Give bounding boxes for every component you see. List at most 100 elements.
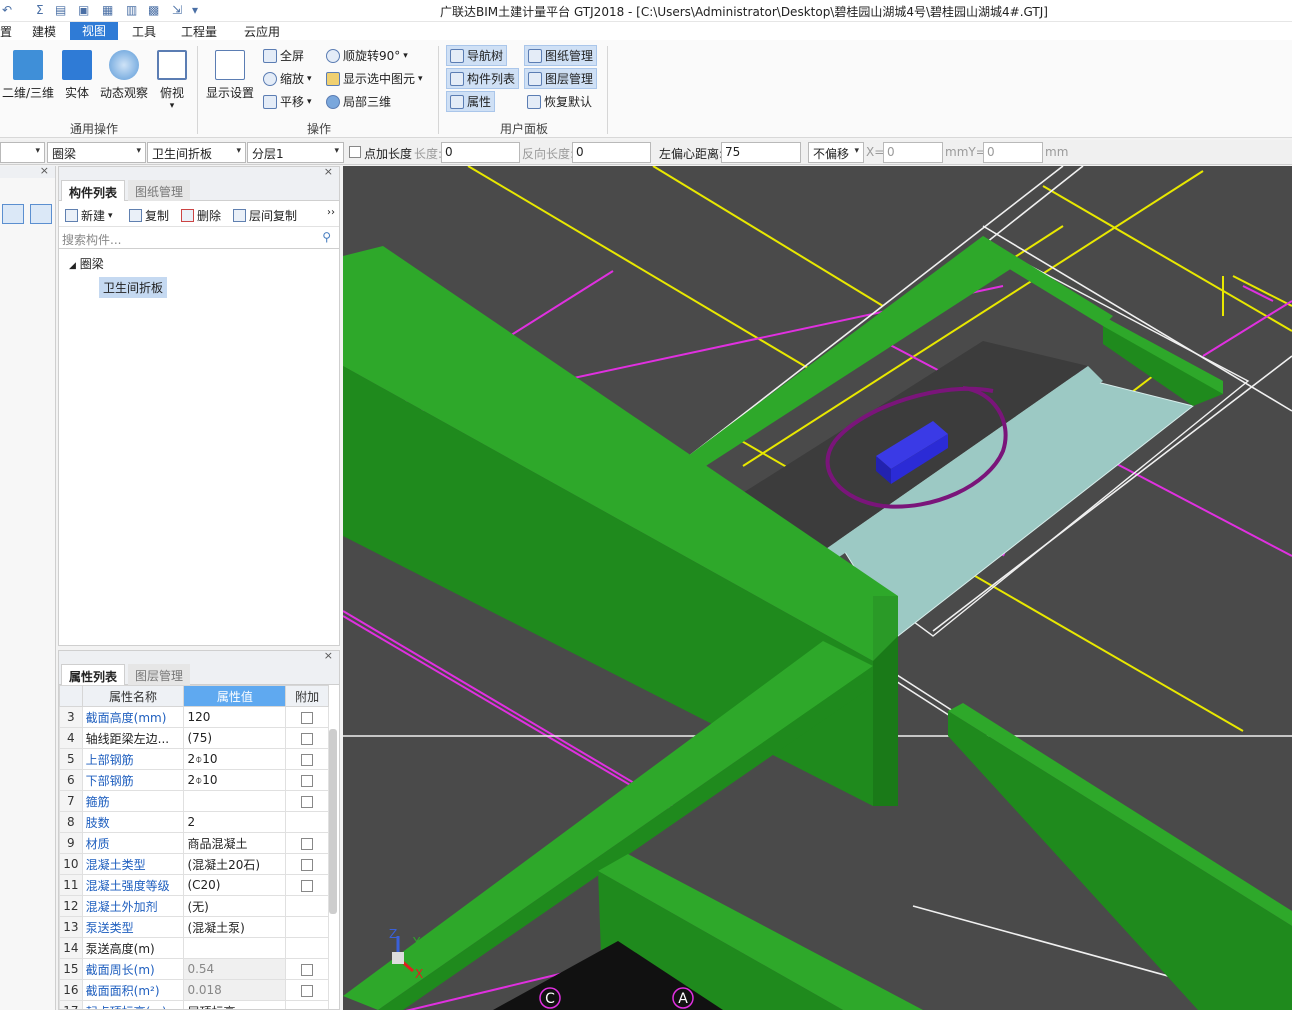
- table-row[interactable]: 17起点顶标高(m)层顶标高: [59, 1000, 329, 1009]
- layer-mgmt-button[interactable]: 图层管理: [524, 68, 598, 89]
- pan-button[interactable]: 平移 ▾: [263, 93, 312, 110]
- table-row[interactable]: 5 上部钢筋 2⌽10: [59, 748, 329, 770]
- sum-icon[interactable]: Σ: [36, 3, 44, 17]
- card-view-icon[interactable]: [30, 204, 52, 224]
- property-value[interactable]: [183, 790, 287, 812]
- extra-checkbox[interactable]: [301, 774, 314, 787]
- property-value[interactable]: (无): [183, 895, 287, 917]
- component-list-button[interactable]: 构件列表: [446, 68, 520, 89]
- table-row[interactable]: 10 混凝土类型 (混凝土20石): [59, 853, 329, 875]
- menu-cloud[interactable]: 云应用: [244, 23, 280, 40]
- 3d-scene[interactable]: C A Z Y X: [343, 166, 1292, 1010]
- local-3d-button[interactable]: 局部三维: [326, 93, 391, 110]
- table-row[interactable]: 15 截面周长(m) 0.54: [59, 958, 329, 980]
- extra-checkbox[interactable]: [301, 837, 314, 850]
- delete-button[interactable]: 删除: [181, 207, 221, 224]
- reverse-length-input[interactable]: 0: [572, 142, 651, 163]
- menu-quantity[interactable]: 工程量: [181, 23, 217, 40]
- extra-checkbox[interactable]: [301, 963, 314, 976]
- point-length-checkbox[interactable]: [349, 146, 361, 158]
- extra-checkbox[interactable]: [301, 879, 314, 892]
- expand-icon[interactable]: ◢: [69, 261, 76, 271]
- length-input[interactable]: 0: [441, 142, 520, 163]
- drawing-mgmt-button[interactable]: 图纸管理: [524, 45, 598, 66]
- extra-checkbox[interactable]: [301, 858, 314, 871]
- offset-mode-combo[interactable]: 不偏移 ▾: [808, 142, 864, 163]
- show-selected-button[interactable]: 显示选中图元 ▾: [326, 70, 423, 87]
- export-icon[interactable]: ⇲: [172, 3, 182, 17]
- y-input[interactable]: 0: [983, 142, 1043, 163]
- property-value[interactable]: 120: [183, 706, 287, 728]
- search-input[interactable]: 搜索构件...: [62, 231, 121, 248]
- find-icon[interactable]: ▣: [78, 3, 89, 17]
- extra-checkbox[interactable]: [301, 753, 314, 766]
- tree-node-bathroom-slab[interactable]: 卫生间折板: [99, 277, 168, 298]
- properties-scrollbar[interactable]: [329, 729, 337, 914]
- menu-modeling[interactable]: 建模: [32, 23, 56, 40]
- menu-partial-item[interactable]: 置: [0, 23, 12, 40]
- table-row[interactable]: 12 混凝土外加剂 (无): [59, 895, 329, 917]
- undo-icon[interactable]: ↶: [2, 3, 12, 17]
- component-combo[interactable]: 卫生间折板 ▾: [147, 142, 246, 163]
- properties-button[interactable]: 属性: [446, 91, 496, 112]
- property-value[interactable]: 0.018: [183, 979, 287, 1001]
- zoom-button[interactable]: 缩放 ▾: [263, 70, 312, 87]
- table-row[interactable]: 13 泵送类型 (混凝土泵): [59, 916, 329, 938]
- tree-node-ring-beam[interactable]: ◢ 圈梁: [69, 255, 104, 272]
- new-button[interactable]: 新建 ▾: [65, 207, 113, 224]
- 3d-viewport[interactable]: C A Z Y X: [343, 166, 1292, 1010]
- table-row[interactable]: 6 下部钢筋 2⌽10: [59, 769, 329, 791]
- copy-button[interactable]: 复制: [129, 207, 169, 224]
- close-icon[interactable]: ×: [40, 164, 49, 177]
- x-input[interactable]: 0: [883, 142, 943, 163]
- extra-checkbox[interactable]: [301, 711, 314, 724]
- tab-property-list[interactable]: 属性列表: [61, 664, 126, 685]
- report-icon[interactable]: ▤: [55, 3, 66, 17]
- table-icon[interactable]: ▥: [126, 3, 137, 17]
- left-offset-input[interactable]: 75: [721, 142, 801, 163]
- fullscreen-button[interactable]: 全屏: [263, 47, 304, 64]
- table-row[interactable]: 7 箍筋: [59, 790, 329, 812]
- menu-view[interactable]: 视图: [70, 22, 119, 40]
- calc-icon[interactable]: ▦: [102, 3, 113, 17]
- orbit-button[interactable]: 动态观察: [98, 44, 150, 101]
- search-icon[interactable]: ⚲: [322, 230, 331, 244]
- property-value[interactable]: (混凝土20石): [183, 853, 287, 875]
- close-icon[interactable]: ×: [324, 165, 333, 178]
- property-value[interactable]: 2⌽10: [183, 769, 287, 791]
- extra-checkbox[interactable]: [301, 732, 314, 745]
- solid-button[interactable]: 实体: [60, 44, 94, 101]
- restore-default-button[interactable]: 恢复默认: [527, 93, 592, 110]
- property-value[interactable]: 2: [183, 811, 287, 833]
- property-value[interactable]: 0.54: [183, 958, 287, 980]
- qa-dropdown-icon[interactable]: ▾: [192, 3, 198, 17]
- property-value[interactable]: 层顶标高: [183, 1000, 287, 1009]
- property-value[interactable]: 2⌽10: [183, 748, 287, 770]
- property-value[interactable]: (75): [183, 727, 287, 749]
- table-row[interactable]: 9 材质 商品混凝土: [59, 832, 329, 854]
- table-row[interactable]: 14 泵送高度(m): [59, 937, 329, 959]
- more-icon[interactable]: ››: [327, 207, 335, 218]
- table-row[interactable]: 16 截面面积(m²) 0.018: [59, 979, 329, 1001]
- close-icon[interactable]: ×: [324, 651, 333, 662]
- extra-checkbox[interactable]: [301, 795, 314, 808]
- table-row[interactable]: 11 混凝土强度等级 (C20): [59, 874, 329, 896]
- property-value[interactable]: 商品混凝土: [183, 832, 287, 854]
- tab-layer-mgmt[interactable]: 图层管理: [128, 664, 191, 685]
- menu-tools[interactable]: 工具: [132, 23, 156, 40]
- grid-icon[interactable]: ▩: [148, 3, 159, 17]
- layer-combo[interactable]: 分层1 ▾: [247, 142, 344, 163]
- 2d-3d-button[interactable]: 二维/三维: [0, 44, 56, 101]
- type-combo[interactable]: 圈梁 ▾: [47, 142, 146, 163]
- display-settings-button[interactable]: 显示设置: [204, 44, 256, 101]
- floor-combo[interactable]: ▾: [0, 142, 45, 163]
- tab-component-list[interactable]: 构件列表: [61, 180, 126, 201]
- tab-drawing-mgmt[interactable]: 图纸管理: [128, 180, 191, 201]
- property-value[interactable]: (混凝土泵): [183, 916, 287, 938]
- nav-tree-button[interactable]: 导航树: [446, 45, 508, 66]
- rotate-button[interactable]: 顺旋转90° ▾: [326, 47, 408, 64]
- list-view-icon[interactable]: [2, 204, 24, 224]
- floor-copy-button[interactable]: 层间复制: [233, 207, 297, 224]
- property-value[interactable]: [183, 937, 287, 959]
- table-row[interactable]: 4 轴线距梁左边... (75): [59, 727, 329, 749]
